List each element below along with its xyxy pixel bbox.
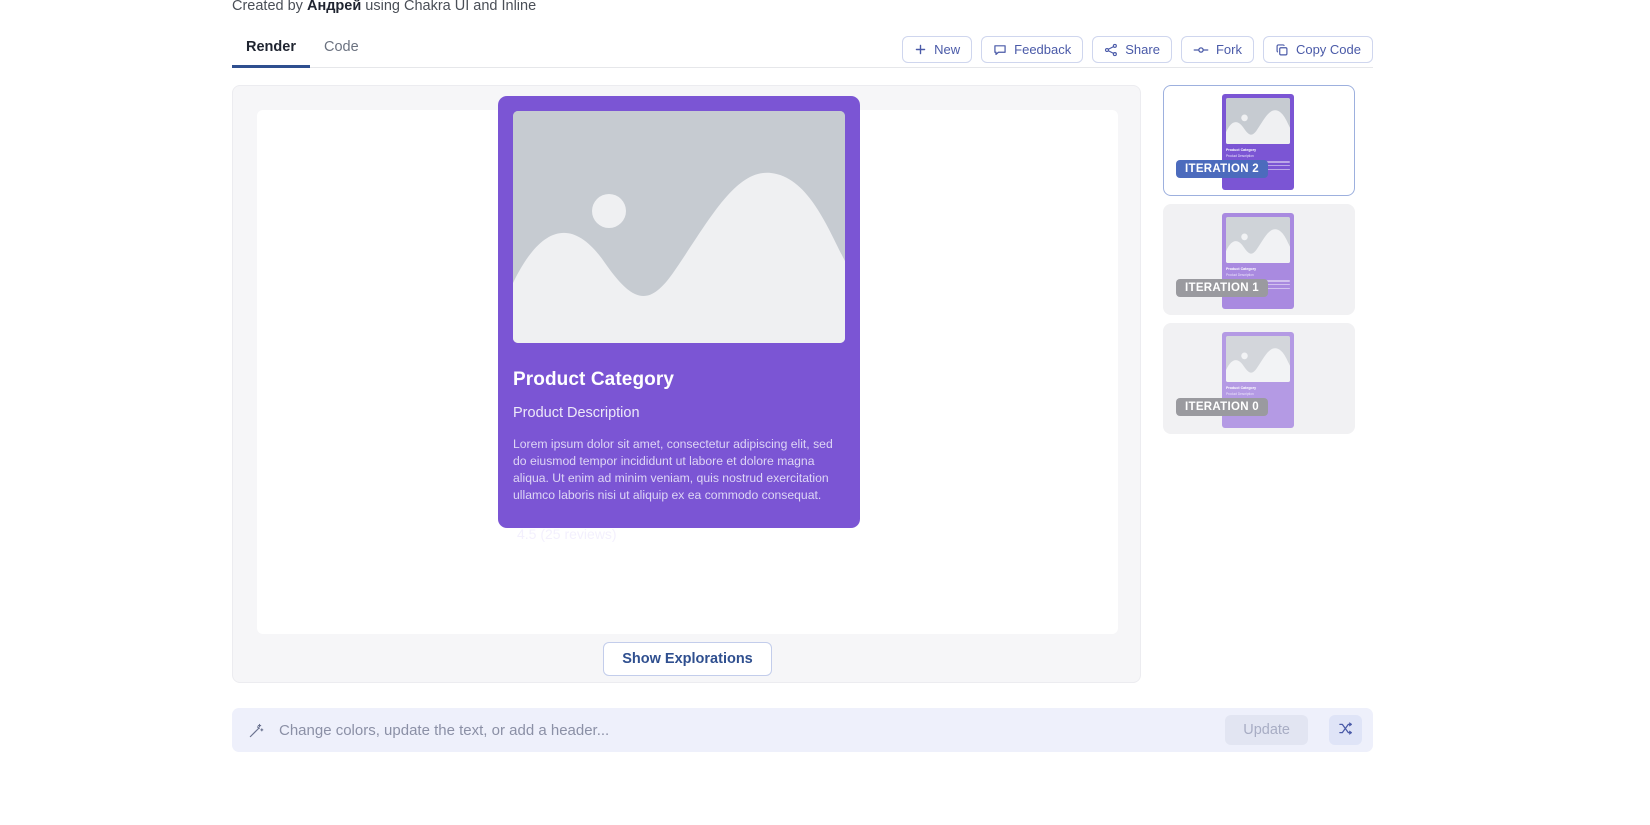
fork-button[interactable]: Fork — [1180, 36, 1254, 63]
card-rating: 4.5 (25 reviews) — [517, 526, 617, 542]
credit-prefix: Created by — [232, 0, 307, 14]
iterations-list: Product Category Product Description ITE… — [1163, 85, 1355, 434]
iteration-badge: ITERATION 1 — [1176, 279, 1269, 297]
share-nodes-icon — [1104, 43, 1118, 57]
new-button-label: New — [934, 42, 961, 57]
copy-icon — [1275, 43, 1289, 57]
thumbnail-title: Product Category — [1226, 267, 1257, 271]
thumbnail-subtitle: Product Description — [1226, 392, 1254, 396]
thumbnail-image-placeholder — [1226, 217, 1290, 263]
credit-suffix: using Chakra UI and Inline — [361, 0, 537, 14]
prompt-input[interactable] — [279, 721, 1212, 739]
credit-author: Андрей — [306, 0, 362, 14]
image-placeholder-icon — [513, 111, 845, 343]
card-body-text: Lorem ipsum dolor sit amet, consectetur … — [513, 437, 833, 502]
prompt-bar: Update — [232, 708, 1373, 752]
feedback-button-label: Feedback — [1014, 42, 1072, 57]
app-root: Created by Андрей using Chakra UI and In… — [0, 0, 1650, 825]
product-card: Product Category Product Description Lor… — [498, 96, 860, 542]
update-button[interactable]: Update — [1225, 715, 1308, 745]
action-toolbar: New Feedback Share Fork Copy Code — [902, 36, 1373, 67]
card-title: Product Category — [513, 369, 675, 390]
iteration-item-2[interactable]: Product Category Product Description ITE… — [1163, 85, 1355, 196]
tab-render[interactable]: Render — [232, 39, 310, 68]
copy-code-button-label: Copy Code — [1295, 42, 1361, 57]
tab-code[interactable]: Code — [310, 39, 373, 68]
tab-list: Render Code — [232, 39, 373, 68]
render-panel: Product Category Product Description Lor… — [232, 85, 1141, 683]
share-button-label: Share — [1125, 42, 1160, 57]
credit-line: Created by Андрей using Chakra UI and In… — [232, 0, 536, 15]
copy-code-button[interactable]: Copy Code — [1262, 36, 1373, 63]
thumbnail-subtitle: Product Description — [1226, 154, 1254, 158]
iteration-badge: ITERATION 2 — [1176, 160, 1269, 178]
plus-icon — [914, 43, 927, 56]
render-canvas: Product Category Product Description Lor… — [257, 96, 1118, 634]
show-explorations-button[interactable]: Show Explorations — [603, 642, 772, 676]
card-subtitle: Product Description — [513, 405, 640, 421]
iteration-item-1[interactable]: Product Category Product Description ITE… — [1163, 204, 1355, 315]
thumbnail-subtitle: Product Description — [1226, 273, 1254, 277]
iteration-badge: ITERATION 0 — [1176, 398, 1269, 416]
fork-icon — [1193, 44, 1209, 56]
shuffle-icon — [1338, 721, 1353, 739]
share-button[interactable]: Share — [1092, 36, 1172, 63]
thumbnail-title: Product Category — [1226, 148, 1257, 152]
topbar: Render Code New Feedback Share Fork Copy… — [232, 32, 1373, 68]
thumbnail-image-placeholder — [1226, 98, 1290, 144]
feedback-button[interactable]: Feedback — [981, 36, 1084, 63]
explorations-row: Show Explorations — [233, 642, 1142, 676]
shuffle-button[interactable] — [1329, 715, 1362, 745]
thumbnail-title: Product Category — [1226, 386, 1257, 390]
magic-wand-icon — [248, 722, 265, 739]
comment-icon — [993, 43, 1007, 57]
card-image-placeholder — [513, 111, 845, 343]
fork-button-label: Fork — [1215, 42, 1242, 57]
new-button[interactable]: New — [902, 36, 973, 63]
iteration-item-0[interactable]: Product Category Product Description ITE… — [1163, 323, 1355, 434]
thumbnail-image-placeholder — [1226, 336, 1290, 382]
